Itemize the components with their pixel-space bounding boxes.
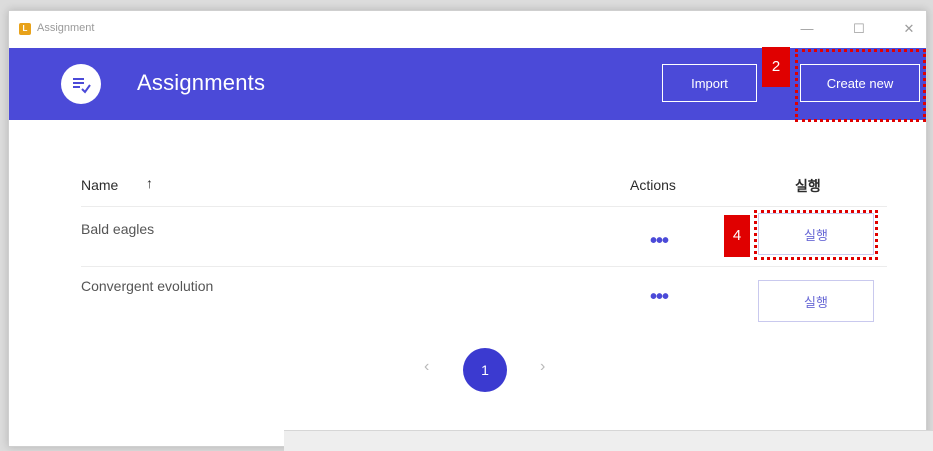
maximize-button[interactable]: ☐ xyxy=(839,17,879,41)
assignments-logo-icon xyxy=(61,64,101,104)
pagination-next-icon[interactable]: › xyxy=(540,358,545,376)
app-window: L Assignment — ☐ ✕ Assignments Import Cr… xyxy=(8,10,927,447)
close-button[interactable]: ✕ xyxy=(889,17,926,41)
column-header-name[interactable]: Name xyxy=(81,177,118,193)
background-window-edge xyxy=(284,430,933,451)
app-icon: L xyxy=(19,23,31,35)
more-actions-icon[interactable]: ••• xyxy=(650,230,669,253)
title-bar: L Assignment — ☐ ✕ xyxy=(9,11,926,48)
minimize-button[interactable]: — xyxy=(787,17,827,41)
highlight-create-new xyxy=(795,49,926,122)
column-header-actions: Actions xyxy=(630,177,676,193)
more-actions-icon[interactable]: ••• xyxy=(650,286,669,309)
step-marker-4: 4 xyxy=(724,215,750,257)
row-divider xyxy=(81,206,887,207)
run-button[interactable]: 실행 xyxy=(758,280,874,322)
window-title: Assignment xyxy=(37,22,95,34)
sort-ascending-icon[interactable]: ↑ xyxy=(146,175,153,191)
highlight-run xyxy=(754,210,878,260)
pagination-current-page[interactable]: 1 xyxy=(463,348,507,392)
pagination-prev-icon[interactable]: ‹ xyxy=(424,358,429,376)
table-row-name[interactable]: Bald eagles xyxy=(81,221,154,237)
import-button[interactable]: Import xyxy=(662,64,757,102)
table-row-name[interactable]: Convergent evolution xyxy=(81,278,213,294)
column-header-run: 실행 xyxy=(795,178,821,194)
step-marker-2: 2 xyxy=(762,47,790,87)
row-divider xyxy=(81,266,887,267)
page-title: Assignments xyxy=(137,70,266,95)
